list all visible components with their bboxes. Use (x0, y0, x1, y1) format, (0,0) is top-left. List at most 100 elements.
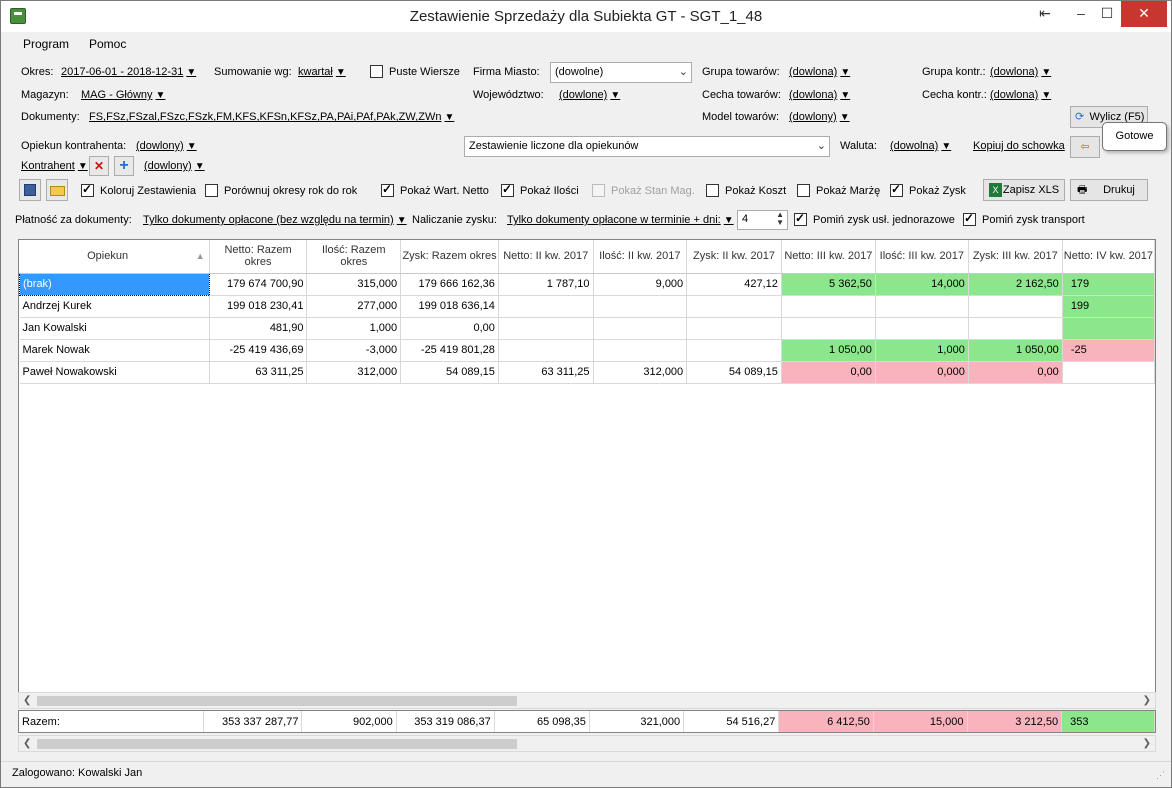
table-cell[interactable]: 63 311,25 (209, 361, 308, 384)
firma-miasto-combo[interactable]: (dowolne) ⌄ (550, 62, 692, 83)
table-cell[interactable] (968, 295, 1063, 318)
open-folder-icon[interactable] (46, 179, 68, 201)
table-cell[interactable] (1062, 317, 1155, 340)
table-cell[interactable]: 54 089,15 (686, 361, 782, 384)
table-cell[interactable]: 1 050,00 (781, 339, 876, 362)
grupa-towarow-select[interactable]: (dowlona) ▼ (789, 66, 850, 78)
koloruj-checkbox[interactable] (81, 182, 94, 197)
column-header[interactable]: Netto: III kw. 2017 (781, 240, 876, 274)
table-cell[interactable]: 427,12 (686, 273, 782, 296)
data-grid[interactable]: Opiekun ▲ Netto: Razem okres Ilość: Raze… (18, 239, 1156, 709)
porownuj-checkbox[interactable] (205, 184, 218, 197)
table-cell[interactable]: Marek Nowak (19, 339, 210, 362)
waluta-select[interactable]: (dowolna) ▼ (890, 140, 951, 152)
table-cell[interactable]: -25 (1062, 339, 1155, 362)
cecha-kontr-select[interactable]: (dowlona) ▼ (990, 89, 1051, 101)
column-header[interactable]: Zysk: Razem okres (400, 240, 499, 274)
model-towarow-select[interactable]: (dowlony) ▼ (789, 111, 850, 123)
table-cell[interactable]: Andrzej Kurek (19, 295, 210, 318)
menu-pomoc[interactable]: Pomoc (89, 37, 126, 51)
table-cell[interactable] (498, 295, 594, 318)
table-cell[interactable]: 1,000 (306, 317, 402, 340)
table-cell[interactable] (498, 317, 594, 340)
column-header[interactable]: Zysk: II kw. 2017 (686, 240, 782, 274)
table-cell[interactable]: 2 162,50 (968, 273, 1063, 296)
table-cell[interactable]: 54 089,15 (400, 361, 499, 384)
exit-button[interactable]: ⇦ (1070, 136, 1100, 158)
zestawienie-combo[interactable]: Zestawienie liczone dla opiekunów ⌄ (464, 136, 830, 157)
scroll-right-icon[interactable]: ❯ (1143, 736, 1151, 751)
table-cell[interactable]: 312,000 (306, 361, 402, 384)
table-cell[interactable]: (brak) (19, 272, 210, 296)
column-header[interactable]: Netto: IV kw. 2017 (1062, 240, 1155, 274)
table-row[interactable]: Jan Kowalski 481,90 1,000 0,00 (19, 317, 1155, 340)
table-row[interactable]: Andrzej Kurek 199 018 230,41 277,000 199… (19, 295, 1155, 318)
table-cell[interactable] (593, 317, 688, 340)
table-cell[interactable]: 0,00 (781, 361, 876, 384)
pokaz-zysk-checkbox[interactable] (890, 182, 903, 197)
table-cell[interactable]: Jan Kowalski (19, 317, 210, 340)
dni-stepper[interactable]: 4 ▲ ▼ (737, 210, 788, 230)
table-cell[interactable]: 481,90 (209, 317, 308, 340)
table-cell[interactable]: 1 787,10 (498, 273, 594, 296)
okres-select[interactable]: 2017-06-01 - 2018-12-31 ▼ (61, 66, 196, 78)
column-header-opiekun[interactable]: Opiekun ▲ (19, 240, 210, 274)
scroll-thumb[interactable] (37, 739, 517, 749)
scroll-thumb[interactable] (37, 696, 517, 706)
maximize-button[interactable]: ☐ (1090, 1, 1124, 27)
pokaz-koszt-checkbox[interactable] (706, 184, 719, 197)
scroll-right-icon[interactable]: ❯ (1143, 693, 1151, 708)
table-cell[interactable]: 1,000 (875, 339, 969, 362)
column-header[interactable]: Zysk: III kw. 2017 (968, 240, 1063, 274)
table-cell[interactable]: -25 419 436,69 (209, 339, 308, 362)
table-cell[interactable]: 277,000 (306, 295, 402, 318)
opiekun-select[interactable]: (dowlony) ▼ (136, 140, 197, 152)
table-cell[interactable]: 0,00 (400, 317, 499, 340)
naliczanie-select[interactable]: Tylko dokumenty opłacone w terminie + dn… (507, 214, 734, 226)
column-header[interactable]: Netto: II kw. 2017 (498, 240, 594, 274)
table-cell[interactable]: 63 311,25 (498, 361, 594, 384)
table-cell[interactable] (593, 339, 688, 362)
table-row[interactable]: Paweł Nowakowski 63 311,25 312,000 54 08… (19, 361, 1155, 384)
table-cell[interactable]: Paweł Nowakowski (19, 361, 210, 384)
table-row[interactable]: Marek Nowak -25 419 436,69 -3,000 -25 41… (19, 339, 1155, 362)
table-cell[interactable]: 0,00 (968, 361, 1063, 384)
platnosc-select[interactable]: Tylko dokumenty opłacone (bez względu na… (143, 214, 407, 226)
table-cell[interactable] (686, 295, 782, 318)
column-header[interactable]: Ilość: III kw. 2017 (875, 240, 969, 274)
scroll-left-icon[interactable]: ❮ (23, 736, 31, 751)
grupa-kontr-select[interactable]: (dowlona) ▼ (990, 66, 1051, 78)
table-cell[interactable]: 179 674 700,90 (209, 273, 308, 296)
table-cell[interactable]: 5 362,50 (781, 273, 876, 296)
column-header[interactable]: Ilość: Razem okres (306, 240, 402, 274)
kopiuj-link[interactable]: Kopiuj do schowka (973, 140, 1065, 152)
close-button[interactable]: ✕ (1121, 1, 1167, 27)
pomin-usl-checkbox[interactable] (794, 211, 807, 226)
table-cell[interactable]: 9,000 (593, 273, 688, 296)
remove-contractor-icon[interactable]: ✕ (89, 156, 109, 176)
add-contractor-icon[interactable]: + (114, 156, 134, 176)
restore-layout-icon[interactable]: ⇤ (1028, 1, 1062, 27)
column-header[interactable]: Netto: Razem okres (209, 240, 308, 274)
table-cell[interactable] (686, 317, 782, 340)
zapisz-xls-button[interactable]: X Zapisz XLS (983, 179, 1065, 201)
resize-grip-icon[interactable]: ⋰ (1156, 770, 1165, 781)
table-cell[interactable]: 14,000 (875, 273, 969, 296)
table-cell[interactable] (498, 339, 594, 362)
wojewodztwo-select[interactable]: (dowlone) ▼ (559, 89, 620, 101)
table-cell[interactable] (875, 295, 969, 318)
pokaz-netto-checkbox[interactable] (381, 182, 394, 197)
table-cell[interactable] (593, 295, 688, 318)
table-cell[interactable]: 312,000 (593, 361, 688, 384)
column-header[interactable]: Ilość: II kw. 2017 (593, 240, 688, 274)
table-cell[interactable]: 199 018 636,14 (400, 295, 499, 318)
pomin-transport-checkbox[interactable] (963, 211, 976, 226)
cecha-towarow-select[interactable]: (dowlona) ▼ (789, 89, 850, 101)
table-cell[interactable] (781, 317, 876, 340)
table-cell[interactable]: 199 018 230,41 (209, 295, 308, 318)
puste-wiersze-checkbox[interactable] (370, 65, 383, 78)
magazyn-select[interactable]: MAG - Główny ▼ (81, 89, 165, 101)
table-cell[interactable] (781, 295, 876, 318)
table-cell[interactable]: 179 666 162,36 (400, 273, 499, 296)
menu-program[interactable]: Program (23, 37, 69, 51)
